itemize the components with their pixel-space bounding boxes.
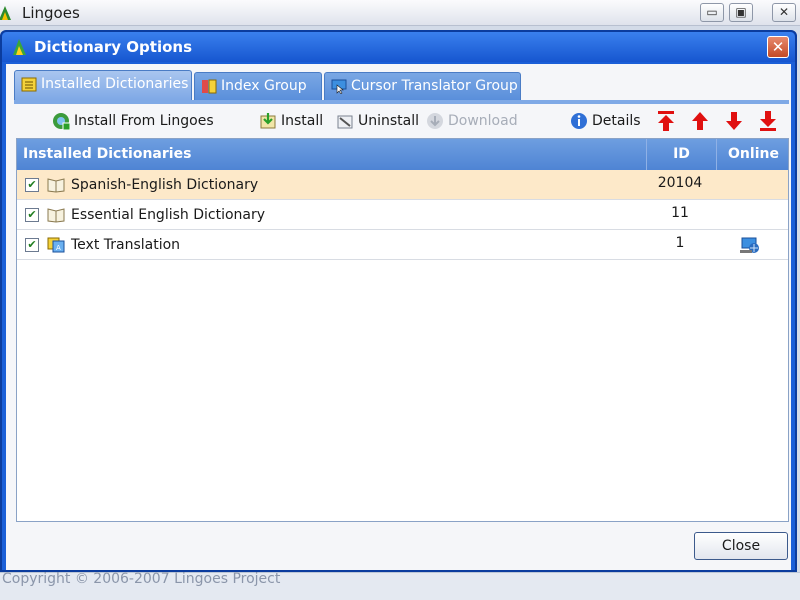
dictionary-options-dialog: Dictionary Options ✕ Installed Dictionar… — [0, 30, 797, 572]
dictionary-name: Text Translation — [71, 237, 181, 253]
dictionary-list-icon — [21, 77, 37, 92]
maximize-button[interactable]: ▣ — [729, 3, 753, 22]
table-header: Installed Dictionaries ID Online — [17, 139, 788, 170]
dialog-titlebar: Dictionary Options ✕ — [2, 32, 795, 62]
svg-text:A: A — [56, 244, 61, 252]
details-button[interactable]: Details — [570, 110, 641, 132]
move-up-icon[interactable] — [690, 110, 710, 132]
book-icon — [47, 178, 65, 193]
book-icon — [47, 208, 65, 223]
dictionary-id: 1 — [675, 235, 685, 251]
enable-checkbox[interactable]: ✔ — [25, 178, 39, 192]
window-close-button[interactable]: ✕ — [772, 3, 796, 22]
dialog-title: Dictionary Options — [34, 38, 193, 56]
column-header-id[interactable]: ID — [647, 139, 717, 170]
app-title: Lingoes — [22, 4, 80, 22]
table-row[interactable]: ✔ Spanish-English Dictionary 20104 — [17, 170, 788, 200]
tab-installed-dictionaries[interactable]: Installed Dictionaries — [14, 70, 192, 100]
tab-underline — [14, 100, 789, 104]
tab-label: Index Group — [221, 78, 307, 94]
install-icon — [260, 113, 276, 129]
lingoes-logo-icon — [13, 39, 26, 55]
dialog-content: Installed Dictionaries Index Group Curso… — [6, 64, 791, 570]
translation-icon: A — [47, 237, 65, 253]
installed-dictionaries-table: Installed Dictionaries ID Online ✔ Spani… — [16, 138, 789, 522]
tab-cursor-translator-group[interactable]: Cursor Translator Group — [324, 72, 521, 100]
move-to-top-icon[interactable] — [656, 110, 676, 132]
dictionary-name: Essential English Dictionary — [71, 207, 266, 223]
tab-index-group[interactable]: Index Group — [194, 72, 322, 100]
lingoes-logo-icon — [0, 6, 11, 20]
dictionary-id: 11 — [671, 205, 689, 221]
dictionary-name: Spanish-English Dictionary — [71, 177, 259, 193]
tab-label: Installed Dictionaries — [41, 76, 189, 92]
main-window-titlebar: Lingoes ▭ ▣ ✕ — [0, 0, 800, 26]
toolbar: Install From Lingoes Install Uninstall D… — [6, 106, 791, 136]
uninstall-button[interactable]: Uninstall — [336, 110, 419, 132]
column-header-online[interactable]: Online — [717, 139, 790, 170]
install-button[interactable]: Install — [259, 110, 323, 132]
copyright-text: Copyright © 2006-2007 Lingoes Project — [2, 571, 281, 587]
uninstall-icon — [337, 115, 353, 129]
index-group-icon — [202, 79, 217, 94]
table-row[interactable]: ✔ A Text Translation 1 — [17, 230, 788, 260]
tab-label: Cursor Translator Group — [351, 78, 518, 94]
cursor-translator-icon — [331, 79, 347, 94]
download-button[interactable]: Download — [426, 110, 518, 132]
close-button[interactable]: Close — [694, 532, 788, 560]
tab-bar: Installed Dictionaries Index Group Curso… — [14, 70, 794, 100]
enable-checkbox[interactable]: ✔ — [25, 208, 39, 222]
info-icon — [571, 113, 587, 129]
table-row[interactable]: ✔ Essential English Dictionary 11 — [17, 200, 788, 230]
status-bar: Copyright © 2006-2007 Lingoes Project — [0, 571, 800, 600]
install-from-lingoes-button[interactable]: Install From Lingoes — [52, 110, 214, 132]
enable-checkbox[interactable]: ✔ — [25, 238, 39, 252]
online-service-icon — [740, 237, 759, 253]
dialog-close-x-button[interactable]: ✕ — [767, 36, 789, 58]
dictionary-id: 20104 — [657, 175, 703, 191]
minimize-button[interactable]: ▭ — [700, 3, 724, 22]
download-icon — [427, 113, 443, 129]
move-to-bottom-icon[interactable] — [758, 110, 778, 132]
install-from-web-icon — [53, 113, 70, 130]
column-header-name[interactable]: Installed Dictionaries — [17, 139, 647, 170]
move-down-icon[interactable] — [724, 110, 744, 132]
